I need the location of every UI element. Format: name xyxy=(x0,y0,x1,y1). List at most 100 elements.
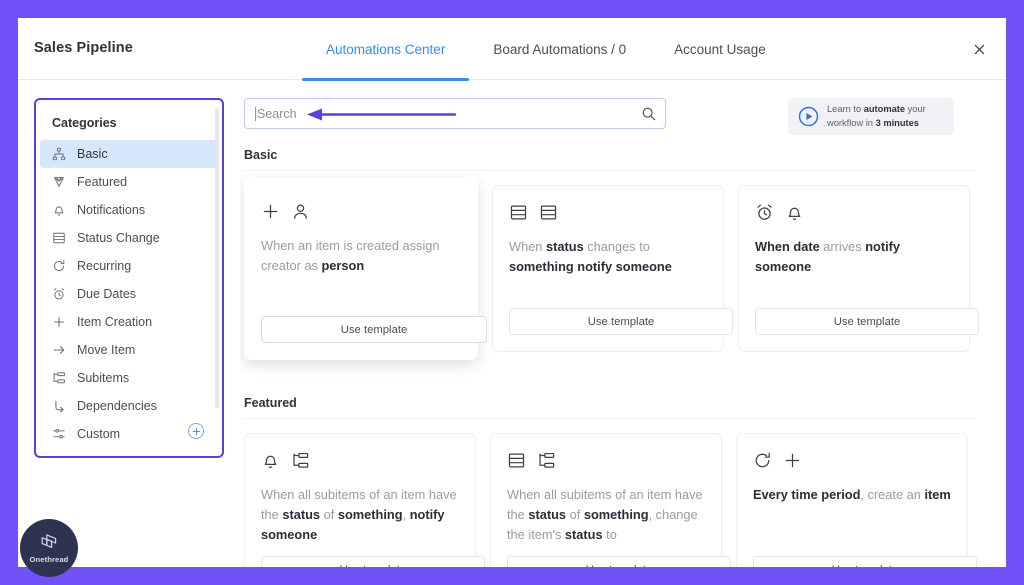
modal-body: Categories Basic Featured Notifications … xyxy=(18,80,1006,567)
onethread-logo-icon xyxy=(38,532,60,554)
automations-center-modal: Sales Pipeline Automations Center Board … xyxy=(18,18,1006,567)
card-text: When all subitems of an item have the st… xyxy=(261,485,459,546)
bell-icon xyxy=(52,203,66,217)
play-circle-icon xyxy=(798,106,819,127)
tab-automations-center[interactable]: Automations Center xyxy=(302,18,470,81)
template-card[interactable]: When all subitems of an item have the st… xyxy=(490,433,731,567)
card-icons xyxy=(753,451,951,470)
plus-circle-icon[interactable] xyxy=(188,423,204,439)
sidebar-item-label: Status Change xyxy=(77,231,160,245)
tab-board-automations[interactable]: Board Automations / 0 xyxy=(469,18,650,80)
card-text-part: status xyxy=(546,239,584,254)
use-template-button[interactable]: Use template xyxy=(509,308,733,335)
sidebar-item-subitems[interactable]: Subitems xyxy=(40,364,218,392)
sidebar-item-recurring[interactable]: Recurring xyxy=(40,252,218,280)
card-text: When date arrives notify someone xyxy=(755,237,953,277)
card-text-part: status xyxy=(528,507,567,523)
card-text-part: arrives xyxy=(819,239,866,254)
subitems-icon xyxy=(52,371,66,385)
sidebar-item-notifications[interactable]: Notifications xyxy=(40,196,218,224)
sidebar-item-due-dates[interactable]: Due Dates xyxy=(40,280,218,308)
use-template-button[interactable]: Use template xyxy=(261,556,485,567)
categories-panel: Categories Basic Featured Notifications … xyxy=(34,98,224,458)
card-icons xyxy=(261,451,459,470)
onethread-logo[interactable]: Onethread xyxy=(20,519,78,577)
use-template-button[interactable]: Use template xyxy=(261,316,487,343)
sidebar-item-basic[interactable]: Basic xyxy=(40,140,218,168)
sidebar-item-dependencies[interactable]: Dependencies xyxy=(40,392,218,420)
dependency-icon xyxy=(52,399,66,413)
sidebar-item-featured[interactable]: Featured xyxy=(40,168,218,196)
card-text-part: item xyxy=(924,487,951,502)
sidebar-item-label: Custom xyxy=(77,427,121,441)
plus-icon xyxy=(261,202,280,221)
sidebar-item-item-creation[interactable]: Item Creation xyxy=(40,308,218,336)
sidebar-item-status-change[interactable]: Status Change xyxy=(40,224,218,252)
sidebar-item-move-item[interactable]: Move Item xyxy=(40,336,218,364)
card-text-part: status xyxy=(282,507,321,523)
status-table-icon xyxy=(507,451,526,470)
plus-icon xyxy=(52,315,66,329)
sidebar-item-label: Notifications xyxy=(77,203,146,217)
card-icons xyxy=(261,202,461,221)
use-template-button[interactable]: Use template xyxy=(755,308,979,335)
bell-icon xyxy=(261,451,280,470)
use-template-button[interactable]: Use template xyxy=(507,556,731,567)
card-text-part: something xyxy=(583,507,649,523)
promo-line1-bold: automate xyxy=(863,104,906,115)
sidebar-item-label: Dependencies xyxy=(77,399,157,413)
close-icon[interactable] xyxy=(968,38,990,60)
sidebar-item-label: Subitems xyxy=(77,371,130,385)
arrow-right-icon xyxy=(52,343,66,357)
card-text-part: something notify someone xyxy=(509,259,672,275)
card-text-part: of xyxy=(566,507,584,523)
template-card[interactable]: Every time period, create an item Use te… xyxy=(736,433,977,567)
template-card[interactable]: When date arrives notify someone Use tem… xyxy=(738,185,979,352)
status-table-icon xyxy=(539,203,558,222)
card-grid-featured: When all subitems of an item have the st… xyxy=(244,433,1006,567)
alarm-clock-icon xyxy=(755,203,774,222)
sidebar-scrollbar[interactable] xyxy=(215,108,219,408)
card-text-part: something xyxy=(337,507,403,523)
hierarchy-icon xyxy=(52,147,66,161)
tab-label: Automations Center xyxy=(326,41,446,57)
card-text: When all subitems of an item have the st… xyxy=(507,485,705,546)
sidebar-container: Categories Basic Featured Notifications … xyxy=(18,80,240,567)
subitems-icon xyxy=(291,451,310,470)
promo-line1-suffix: your xyxy=(905,104,926,115)
status-table-icon xyxy=(52,231,66,245)
subitems-icon xyxy=(537,451,556,470)
template-card[interactable]: When status changes to something notify … xyxy=(492,185,733,352)
text-cursor xyxy=(255,106,256,121)
bell-icon xyxy=(785,203,804,222)
card-text-part: , create an xyxy=(860,487,925,502)
section-title-featured: Featured xyxy=(244,396,976,419)
card-icons xyxy=(755,203,953,222)
card-icons xyxy=(509,203,707,222)
card-text: Every time period, create an item xyxy=(753,485,951,505)
template-card[interactable]: When an item is created assign creator a… xyxy=(244,177,487,360)
card-text-part: of xyxy=(320,507,338,523)
alarm-clock-icon xyxy=(52,287,66,301)
tab-account-usage[interactable]: Account Usage xyxy=(650,18,790,80)
use-template-button[interactable]: Use template xyxy=(753,556,977,567)
card-text-part: status xyxy=(564,527,603,543)
sidebar-item-label: Recurring xyxy=(77,259,132,273)
card-text-part: When date xyxy=(755,239,820,254)
refresh-icon xyxy=(753,451,772,470)
status-table-icon xyxy=(509,203,528,222)
promo-line2-prefix: workflow in xyxy=(827,117,876,128)
template-card[interactable]: When all subitems of an item have the st… xyxy=(244,433,485,567)
tab-label: Account Usage xyxy=(674,41,766,57)
modal-header: Sales Pipeline Automations Center Board … xyxy=(18,18,1006,81)
sidebar-item-label: Basic xyxy=(77,147,108,161)
search-input[interactable] xyxy=(257,103,587,124)
search-icon[interactable] xyxy=(641,106,656,121)
sidebar-item-label: Due Dates xyxy=(77,287,137,301)
card-text-part: When xyxy=(509,239,546,254)
card-text: When an item is created assign creator a… xyxy=(261,236,461,276)
onethread-logo-text: Onethread xyxy=(29,555,69,564)
search-field-wrapper[interactable] xyxy=(244,98,666,129)
learn-to-automate-banner[interactable]: Learn to automate your workflow in 3 min… xyxy=(788,98,954,135)
main-content: Learn to automate your workflow in 3 min… xyxy=(240,80,1006,567)
